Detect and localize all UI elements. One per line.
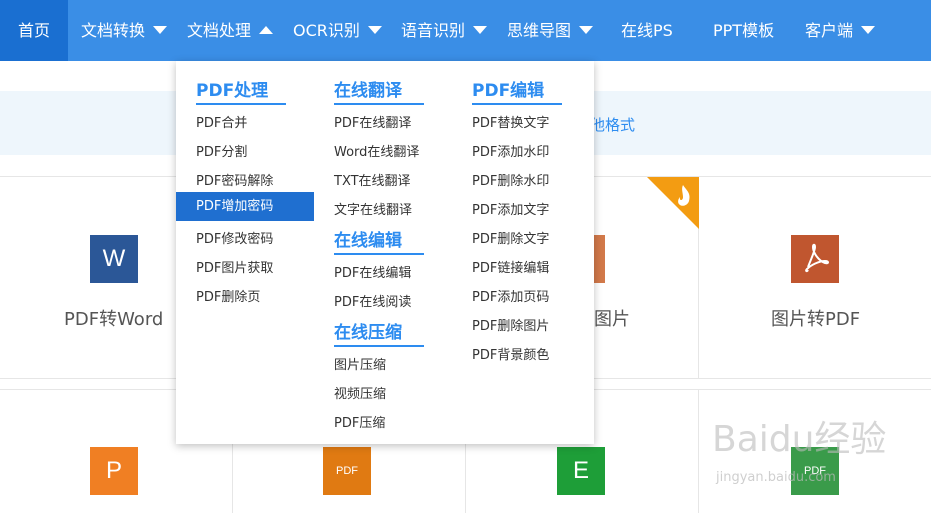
nav-home[interactable]: 首页 bbox=[0, 0, 68, 61]
nav-label: 文档处理 bbox=[187, 21, 252, 40]
nav-doc-convert[interactable]: 文档转换 bbox=[81, 0, 168, 61]
tool-label-image-to-pdf[interactable]: 图片转PDF bbox=[771, 305, 860, 331]
banner-link[interactable]: 他格式 bbox=[590, 114, 635, 135]
chevron-down-icon bbox=[367, 25, 382, 34]
icon-glyph: W bbox=[102, 245, 126, 272]
nav-label: OCR识别 bbox=[293, 21, 360, 40]
menu-link[interactable]: PDF删除图片 bbox=[472, 315, 549, 334]
nav-label: 在线PS bbox=[621, 21, 673, 40]
tool-label-pdf-to-word[interactable]: PDF转Word bbox=[64, 305, 163, 331]
menu-link[interactable]: PDF添加页码 bbox=[472, 286, 549, 305]
menu-link[interactable]: TXT在线翻译 bbox=[334, 170, 411, 189]
menu-link[interactable]: 视频压缩 bbox=[334, 383, 386, 402]
chevron-down-icon bbox=[153, 25, 168, 34]
baidu-watermark-logo: Baidu经验 bbox=[712, 419, 887, 460]
menu-link-selected[interactable]: PDF增加密码 bbox=[176, 192, 314, 221]
ppt-icon[interactable]: P bbox=[90, 447, 138, 495]
nav-label: 文档转换 bbox=[81, 21, 146, 40]
excel-icon[interactable]: E bbox=[557, 447, 605, 495]
group-title-online-translate: 在线翻译 bbox=[334, 81, 402, 101]
word-icon[interactable]: W bbox=[90, 235, 138, 283]
nav-label: 语音识别 bbox=[401, 21, 466, 40]
group-title-pdf-edit: PDF编辑 bbox=[472, 81, 545, 101]
icon-glyph: E bbox=[572, 457, 589, 484]
icon-glyph: P bbox=[105, 457, 122, 484]
nav-voice[interactable]: 语音识别 bbox=[401, 0, 488, 61]
nav-label: 首页 bbox=[17, 21, 50, 40]
menu-link[interactable]: PDF在线翻译 bbox=[334, 112, 411, 131]
group-underline bbox=[472, 103, 562, 105]
nav-label: 思维导图 bbox=[507, 21, 572, 40]
grid-divider bbox=[698, 389, 699, 513]
menu-link[interactable]: PDF在线编辑 bbox=[334, 262, 411, 281]
menu-link[interactable]: PDF合并 bbox=[196, 112, 247, 131]
top-nav: 首页 文档转换 文档处理 OCR识别 语音识别 思维导图 在线PS PPT模板 … bbox=[0, 0, 931, 61]
nav-label: PPT模板 bbox=[713, 21, 775, 40]
nav-doc-process[interactable]: 文档处理 bbox=[187, 0, 274, 61]
tool-label-image[interactable]: 图片 bbox=[594, 305, 630, 331]
group-underline bbox=[334, 103, 424, 105]
menu-link[interactable]: PDF删除水印 bbox=[472, 170, 549, 189]
menu-link[interactable]: PDF删除文字 bbox=[472, 228, 549, 247]
nav-ppt-template[interactable]: PPT模板 bbox=[713, 0, 774, 61]
group-title-online-compress: 在线压缩 bbox=[334, 323, 402, 343]
menu-link[interactable]: PDF在线阅读 bbox=[334, 291, 411, 310]
menu-link[interactable]: PDF链接编辑 bbox=[472, 257, 549, 276]
menu-link[interactable]: PDF替换文字 bbox=[472, 112, 549, 131]
group-underline bbox=[334, 345, 424, 347]
pdf-icon[interactable] bbox=[791, 235, 839, 283]
pdf-reader-icon[interactable]: PDF bbox=[323, 447, 371, 495]
group-title-pdf-process: PDF处理 bbox=[196, 81, 269, 101]
menu-link[interactable]: PDF密码解除 bbox=[196, 170, 273, 189]
nav-mindmap[interactable]: 思维导图 bbox=[507, 0, 594, 61]
hot-fire-icon bbox=[647, 177, 699, 229]
menu-link[interactable]: PDF分割 bbox=[196, 141, 247, 160]
group-underline bbox=[196, 103, 286, 105]
nav-client[interactable]: 客户端 bbox=[805, 0, 876, 61]
menu-link[interactable]: PDF压缩 bbox=[334, 412, 385, 431]
nav-online-ps[interactable]: 在线PS bbox=[621, 0, 673, 61]
nav-label: 客户端 bbox=[805, 21, 854, 40]
doc-process-dropdown: PDF处理 PDF合并 PDF分割 PDF密码解除 PDF增加密码 PDF修改密… bbox=[176, 61, 594, 444]
menu-link[interactable]: PDF添加水印 bbox=[472, 141, 549, 160]
chevron-down-icon bbox=[861, 25, 876, 34]
group-title-online-edit: 在线编辑 bbox=[334, 231, 402, 251]
chevron-down-icon bbox=[473, 25, 488, 34]
baidu-watermark-url: jingyan.baidu.com bbox=[716, 470, 836, 485]
menu-link[interactable]: PDF添加文字 bbox=[472, 199, 549, 218]
menu-link[interactable]: PDF修改密码 bbox=[196, 228, 273, 247]
pdf-glyph-icon bbox=[805, 243, 829, 273]
chevron-down-icon bbox=[579, 25, 594, 34]
menu-link[interactable]: Word在线翻译 bbox=[334, 141, 419, 160]
group-underline bbox=[334, 253, 424, 255]
chevron-up-icon bbox=[259, 25, 274, 34]
menu-link[interactable]: 图片压缩 bbox=[334, 354, 386, 373]
menu-link[interactable]: 文字在线翻译 bbox=[334, 199, 412, 218]
nav-ocr[interactable]: OCR识别 bbox=[293, 0, 382, 61]
icon-glyph: PDF bbox=[336, 465, 358, 477]
menu-link[interactable]: PDF图片获取 bbox=[196, 257, 273, 276]
menu-link[interactable]: PDF删除页 bbox=[196, 286, 260, 305]
menu-link[interactable]: PDF背景颜色 bbox=[472, 344, 549, 363]
